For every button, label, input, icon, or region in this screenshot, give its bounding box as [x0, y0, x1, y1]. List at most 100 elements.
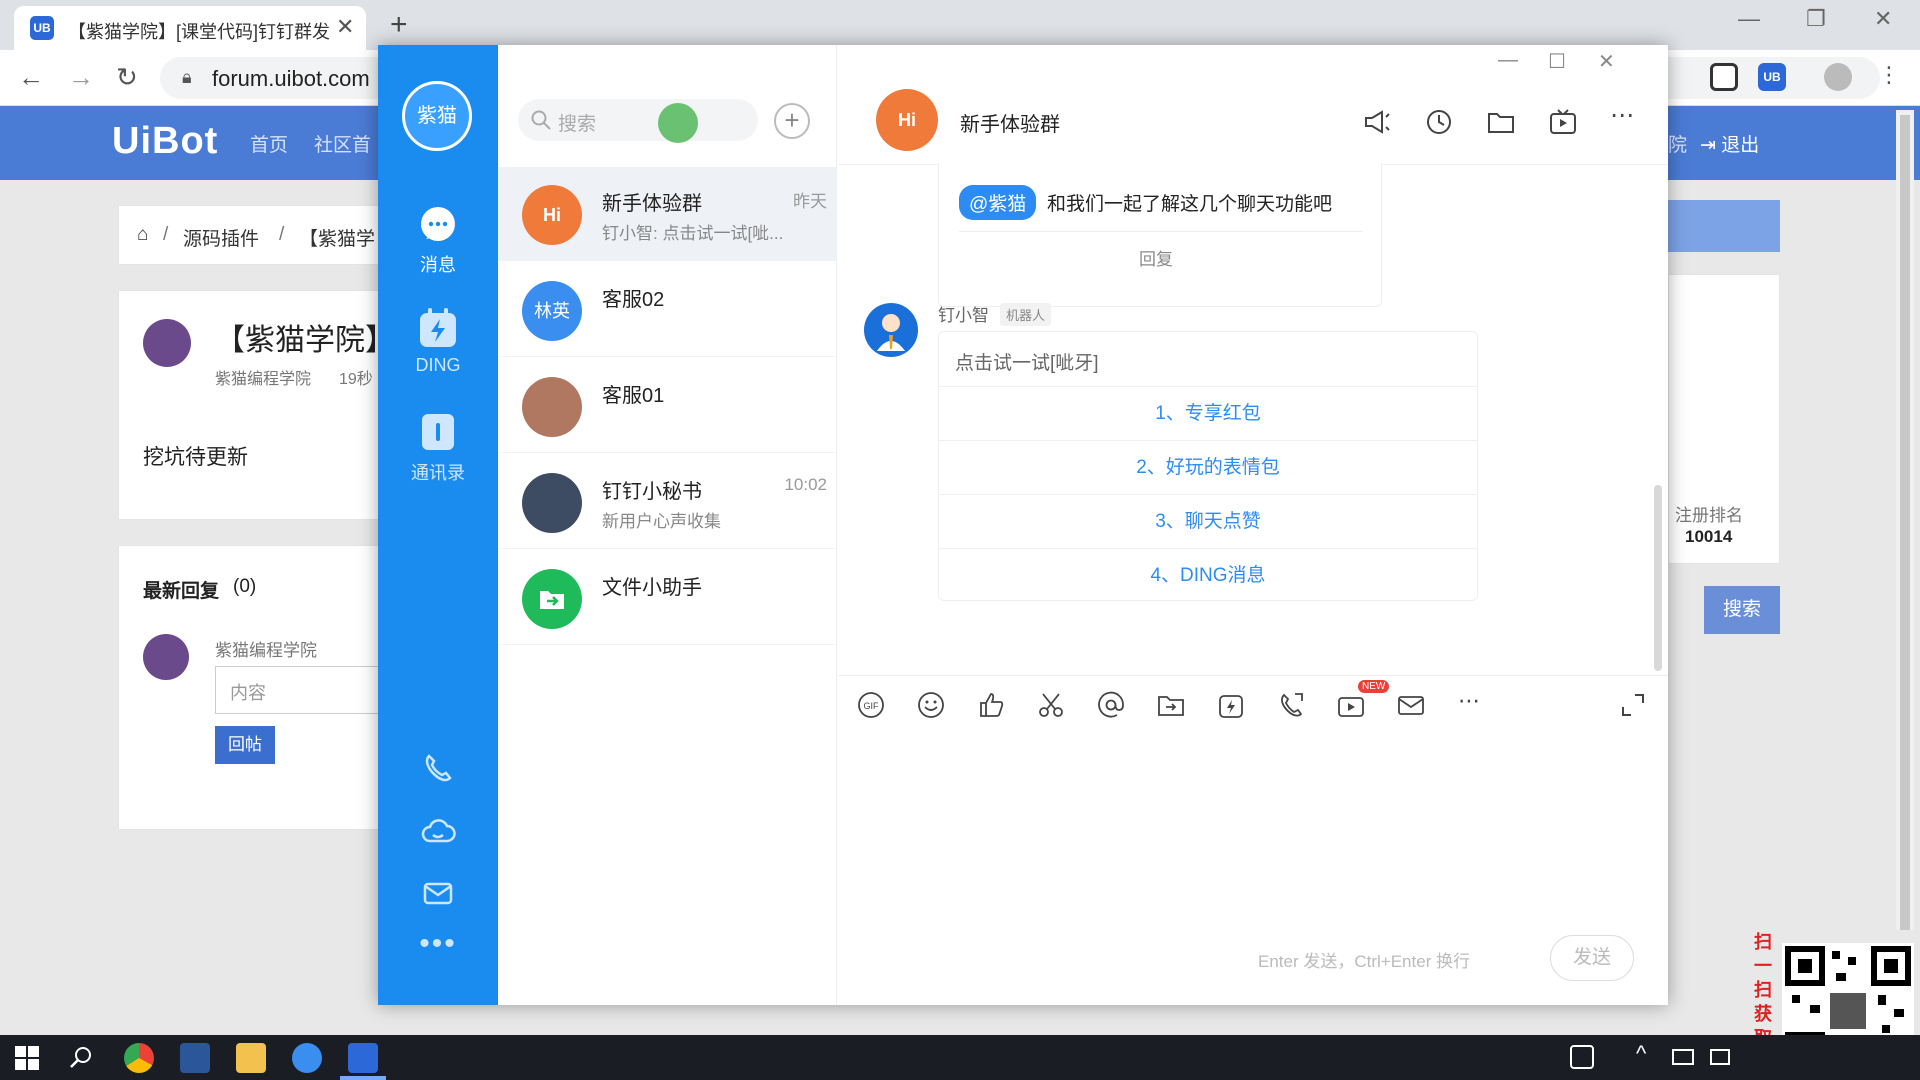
conversation-list: 搜索 + Hi 新手体验群 钉小智: 点击试一试[呲... 昨天 林英 客服02… [498, 45, 837, 1005]
my-avatar[interactable]: 紫猫 [402, 81, 472, 151]
search-placeholder: 搜索 [558, 114, 597, 135]
tray-expand-icon[interactable]: ^ [1636, 1041, 1646, 1067]
expand-icon[interactable] [1618, 690, 1648, 720]
nav-right-partial[interactable]: 院 [1668, 130, 1687, 157]
logout-label: 退出 [1721, 135, 1760, 156]
minimize-icon[interactable]: — [1738, 6, 1760, 32]
reload-icon[interactable]: ↻ [116, 62, 138, 93]
search-input[interactable]: 搜索 [518, 99, 758, 141]
conversation-item[interactable]: 钉钉小秘书 新用户心声收集 10:02 [498, 455, 837, 549]
menu-icon[interactable]: ⋮ [1878, 62, 1900, 88]
author-avatar[interactable] [143, 319, 191, 367]
page-scrollbar[interactable] [1896, 110, 1914, 930]
screenshot-scissors-icon[interactable] [1036, 690, 1066, 720]
breadcrumb-item[interactable]: 【紫猫学 [299, 224, 375, 251]
call-icon[interactable] [1276, 690, 1306, 720]
dingtalk-icon[interactable] [292, 1043, 322, 1073]
word-icon[interactable] [180, 1043, 210, 1073]
network-icon[interactable] [1672, 1049, 1694, 1065]
chat-panel: — ☐ ✕ Hi 新手体验群 ⋯ @紫猫 和我们一起了解这几个聊天功能吧 回复 … [838, 45, 1668, 1005]
send-button[interactable]: 发送 [1550, 935, 1634, 981]
group-avatar: Hi [522, 185, 582, 245]
breadcrumb: ⌂ / 源码插件 / 【紫猫学 [118, 205, 398, 265]
conversation-name: 客服02 [602, 289, 665, 311]
live-icon[interactable] [1548, 107, 1578, 137]
send-file-icon[interactable] [1156, 690, 1186, 720]
site-search-button[interactable]: 搜索 [1704, 586, 1780, 634]
logout-link[interactable]: ⇥ 退出 [1700, 130, 1759, 157]
replies-card: 最新回复 (0) 紫猫编程学院 内容 回帖 [118, 545, 415, 830]
nav-home[interactable]: 首页 [250, 130, 288, 157]
chat-scrollbar[interactable] [1654, 485, 1662, 671]
add-icon[interactable]: + [774, 103, 810, 139]
history-icon[interactable] [1424, 107, 1454, 137]
uibot-icon[interactable] [348, 1043, 378, 1073]
conversation-item[interactable]: 文件小助手 [498, 551, 837, 645]
tab-title: 【紫猫学院】[课堂代码]钉钉群发 [68, 22, 331, 42]
option-link[interactable]: 2、好玩的表情包 [939, 440, 1477, 494]
tray-app-icon[interactable] [1570, 1045, 1594, 1069]
home-icon[interactable]: ⌂ [137, 224, 148, 246]
chrome-icon[interactable] [124, 1043, 154, 1073]
page-scroll-thumb[interactable] [1900, 115, 1910, 930]
breadcrumb-item[interactable]: 源码插件 [183, 224, 259, 251]
emoji-icon[interactable] [916, 690, 946, 720]
chat-group-avatar[interactable]: Hi [876, 89, 938, 151]
windows-start-icon[interactable] [14, 1045, 40, 1071]
reply-link[interactable]: 回复 [1139, 245, 1173, 270]
conversation-item[interactable]: Hi 新手体验群 钉小智: 点击试一试[呲... 昨天 [498, 167, 837, 261]
reply-button[interactable]: 回帖 [215, 726, 275, 764]
contact-avatar [522, 377, 582, 437]
cloud-icon[interactable] [420, 813, 456, 849]
gif-icon[interactable]: GIF [856, 690, 886, 720]
bot-avatar[interactable] [864, 303, 918, 357]
replies-count: (0) [233, 576, 257, 597]
sidebar-item-contacts[interactable]: 通讯录 [378, 411, 498, 485]
tools-more-icon[interactable]: ⋯ [1458, 688, 1480, 714]
nav-community[interactable]: 社区首 [314, 130, 371, 157]
post-title: 【紫猫学院】 [215, 324, 395, 357]
sidebar-item-ding[interactable]: DING [378, 307, 498, 376]
conversation-preview: 钉小智: 点击试一试[呲... [602, 224, 784, 243]
message-input[interactable] [838, 735, 1668, 1005]
back-icon[interactable]: ← [18, 62, 44, 93]
bot-intro-text: 点击试一试[呲牙] [955, 353, 1099, 374]
thumbs-up-icon[interactable] [976, 690, 1006, 720]
tab-favicon: UB [30, 16, 54, 40]
mention-tag[interactable]: @紫猫 [959, 185, 1037, 220]
phone-icon[interactable] [420, 751, 456, 787]
option-link[interactable]: 1、专享红包 [939, 386, 1477, 440]
new-tab-icon[interactable]: + [390, 8, 408, 42]
sidebar-label-messages: 消息 [420, 255, 456, 275]
file-explorer-icon[interactable] [236, 1043, 266, 1073]
mail-icon[interactable] [420, 875, 456, 911]
more-icon[interactable]: ••• [378, 927, 498, 961]
restore-icon[interactable]: ❐ [1806, 6, 1826, 32]
profile-avatar[interactable] [1824, 63, 1852, 91]
sidebar-item-messages[interactable]: 消息 [378, 205, 498, 277]
url-text: forum.uibot.com [212, 66, 370, 91]
option-link[interactable]: 4、DING消息 [939, 548, 1477, 602]
browser-tab[interactable]: UB 【紫猫学院】[课堂代码]钉钉群发 ✕ [14, 6, 366, 50]
qr-extension-icon[interactable] [1710, 63, 1738, 91]
mention-icon[interactable] [1096, 690, 1126, 720]
post-author[interactable]: 紫猫编程学院 [215, 365, 311, 389]
forward-icon[interactable]: → [68, 62, 94, 93]
site-logo[interactable]: UiBot [112, 120, 218, 163]
ding-icon[interactable] [1216, 690, 1246, 720]
option-link[interactable]: 3、聊天点赞 [939, 494, 1477, 548]
mail-send-icon[interactable] [1396, 690, 1426, 720]
close-window-icon[interactable]: ✕ [1874, 6, 1892, 32]
chat-more-icon[interactable]: ⋯ [1610, 101, 1634, 130]
conversation-item[interactable]: 客服01 [498, 359, 837, 453]
folder-icon[interactable] [1486, 107, 1516, 137]
post-content: 挖坑待更新 [143, 446, 248, 469]
uibot-extension-icon[interactable]: UB [1758, 63, 1786, 91]
conversation-item[interactable]: 林英 客服02 [498, 263, 837, 357]
announcement-icon[interactable] [1362, 107, 1392, 137]
display-icon[interactable] [1710, 1049, 1730, 1065]
tab-close-icon[interactable]: ✕ [336, 14, 354, 40]
taskbar-search-icon[interactable] [68, 1045, 94, 1071]
user-stats-card: 注册排名 10014 [1668, 274, 1780, 564]
video-live-icon[interactable] [1336, 690, 1366, 720]
